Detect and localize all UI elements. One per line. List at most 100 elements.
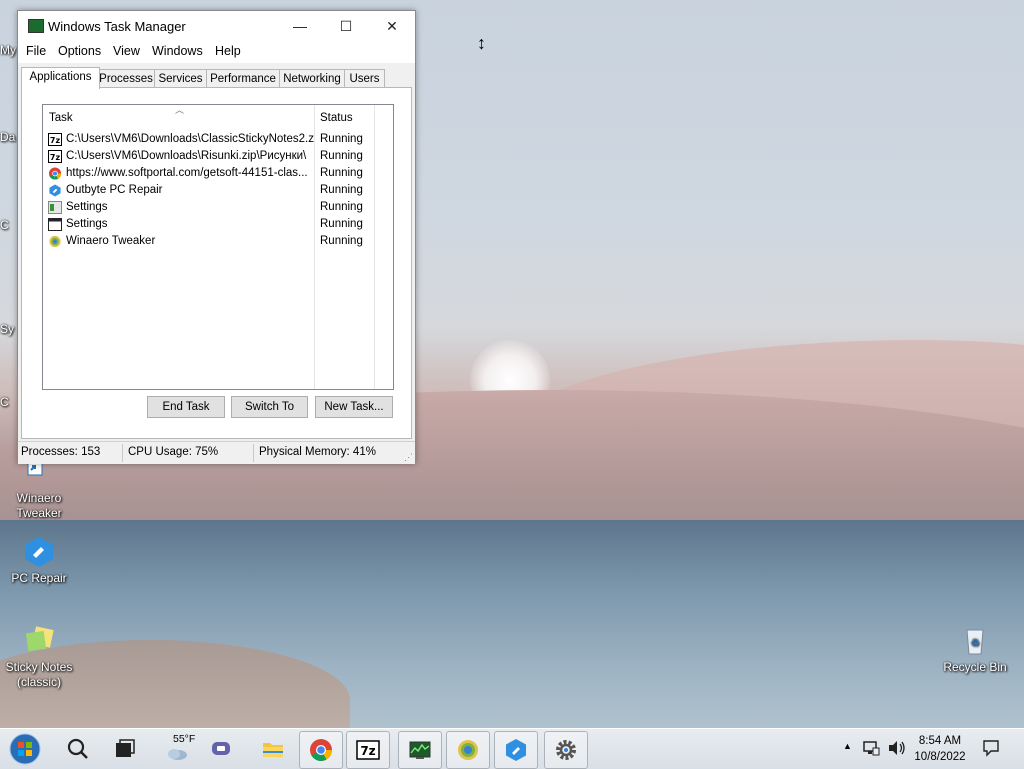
tab-users[interactable]: Users — [344, 69, 385, 88]
taskbar-task-view[interactable] — [104, 731, 146, 767]
resize-grip-icon[interactable]: ⋰ — [404, 452, 413, 463]
column-header-task[interactable]: Task — [49, 112, 73, 124]
icon-label-line2: (classic) — [17, 675, 61, 689]
task-name: Settings — [66, 218, 108, 230]
task-name: Winaero Tweaker — [66, 235, 156, 247]
taskbar-search[interactable] — [57, 731, 99, 767]
taskbar-chrome[interactable] — [299, 731, 343, 769]
desktop-edge-label[interactable]: C — [0, 395, 9, 409]
taskbar-file-explorer[interactable] — [252, 731, 294, 767]
7zip-icon: 7z — [356, 740, 380, 760]
menu-help[interactable]: Help — [215, 44, 241, 58]
resize-cursor-icon: ↕ — [477, 33, 486, 53]
7zip-icon: 7z — [48, 133, 62, 146]
task-manager-window[interactable]: Windows Task Manager — ☐ ✕ File Options … — [17, 10, 416, 464]
end-task-button[interactable]: End Task — [147, 396, 225, 418]
window-title: Windows Task Manager — [48, 19, 186, 34]
task-name: Outbyte PC Repair — [66, 184, 163, 196]
task-row[interactable]: 7z C:\Users\VM6\Downloads\ClassicStickyN… — [48, 131, 388, 148]
outbyte-icon — [506, 739, 526, 761]
task-list[interactable]: ︿ Task Status 7z C:\Users\VM6\Downloads\… — [42, 104, 394, 390]
desktop-edge-label[interactable]: C — [0, 218, 9, 232]
outbyte-icon — [49, 184, 61, 197]
title-bar[interactable]: Windows Task Manager — ☐ ✕ — [18, 11, 415, 41]
tab-processes[interactable]: Processes — [97, 69, 155, 88]
task-manager-icon — [28, 19, 44, 33]
status-bar: Processes: 153 CPU Usage: 75% Physical M… — [18, 441, 415, 464]
close-button[interactable]: ✕ — [369, 11, 415, 41]
taskbar: 55°F 7z ▲ 8:54 AM 10/8/2022 — [0, 728, 1024, 769]
settings-icon — [556, 740, 576, 760]
recycle-bin-icon: ♻ — [958, 624, 992, 658]
task-status: Running — [320, 201, 363, 213]
network-icon[interactable] — [862, 739, 880, 757]
desktop-edge-label[interactable]: Sy — [0, 322, 14, 336]
taskbar-teams[interactable] — [200, 731, 242, 767]
switch-to-button[interactable]: Switch To — [231, 396, 308, 418]
desktop-edge-label[interactable]: My — [0, 43, 16, 57]
7zip-icon: 7z — [48, 150, 62, 163]
task-status: Running — [320, 218, 363, 230]
chrome-icon — [48, 167, 62, 180]
icon-label-line1: PC Repair — [11, 571, 67, 585]
taskbar-7zip[interactable]: 7z — [346, 731, 390, 769]
applications-panel: ︿ Task Status 7z C:\Users\VM6\Downloads\… — [21, 87, 412, 439]
task-row[interactable]: Outbyte PC Repair Running — [48, 182, 388, 199]
minimize-button[interactable]: — — [277, 11, 323, 41]
task-row[interactable]: Settings Running — [48, 216, 388, 233]
desktop-icon-pc-repair[interactable]: PC Repair — [1, 535, 77, 586]
task-status: Running — [320, 167, 363, 179]
svg-text:7z: 7z — [360, 744, 375, 758]
window-icon — [48, 218, 62, 231]
desktop-icon-recycle-bin[interactable]: ♻ Recycle Bin — [937, 624, 1013, 675]
taskbar-clock[interactable]: 8:54 AM 10/8/2022 — [905, 733, 975, 765]
desktop-icon-winaero-tweaker[interactable]: Winaero Tweaker — [1, 455, 77, 521]
menu-file[interactable]: File — [26, 44, 46, 58]
settings-icon — [48, 201, 62, 214]
task-row[interactable]: Settings Running — [48, 199, 388, 216]
tab-strip: Applications Processes Services Performa… — [18, 67, 415, 89]
status-separator — [253, 444, 254, 462]
tab-services[interactable]: Services — [154, 69, 207, 88]
icon-label-line1: Sticky Notes — [5, 660, 73, 674]
start-button[interactable] — [4, 731, 46, 767]
menu-options[interactable]: Options — [58, 44, 101, 58]
chrome-icon — [310, 739, 332, 761]
taskbar-winaero[interactable] — [446, 731, 490, 769]
menu-windows[interactable]: Windows — [152, 44, 203, 58]
task-row[interactable]: https://www.softportal.com/getsoft-44151… — [48, 165, 388, 182]
task-status: Running — [320, 235, 363, 247]
task-status: Running — [320, 150, 363, 162]
teams-icon — [212, 742, 230, 755]
task-row[interactable]: Winaero Tweaker Running — [48, 233, 388, 250]
menu-view[interactable]: View — [113, 44, 140, 58]
tab-applications[interactable]: Applications — [21, 67, 100, 89]
task-row[interactable]: 7z C:\Users\VM6\Downloads\Risunki.zip\Ри… — [48, 148, 388, 165]
desktop-icon-sticky-notes[interactable]: Sticky Notes (classic) — [1, 624, 77, 690]
column-header-status[interactable]: Status — [320, 112, 353, 124]
taskbar-outbyte[interactable] — [494, 731, 538, 769]
tab-performance[interactable]: Performance — [206, 69, 280, 88]
weather-icon — [168, 749, 187, 760]
notifications-icon[interactable] — [982, 739, 1000, 757]
winaero-icon — [458, 740, 478, 760]
taskbar-settings[interactable] — [544, 731, 588, 769]
status-separator — [122, 444, 123, 462]
search-icon — [67, 738, 88, 759]
desktop-edge-label[interactable]: Da — [0, 130, 15, 144]
taskbar-weather[interactable]: 55°F — [156, 731, 198, 767]
tab-networking[interactable]: Networking — [279, 69, 345, 88]
file-explorer-icon — [263, 743, 283, 757]
volume-icon[interactable] — [887, 739, 907, 757]
show-hidden-icons-chevron-icon[interactable]: ▲ — [843, 741, 852, 751]
status-processes: Processes: 153 — [21, 446, 101, 458]
taskbar-task-manager[interactable] — [398, 731, 442, 769]
svg-text:7z: 7z — [50, 136, 61, 145]
maximize-button[interactable]: ☐ — [323, 11, 369, 41]
task-status: Running — [320, 133, 363, 145]
new-task-button[interactable]: New Task... — [315, 396, 393, 418]
task-manager-icon — [409, 741, 431, 759]
task-name: https://www.softportal.com/getsoft-44151… — [66, 167, 308, 179]
start-orb-icon — [9, 733, 41, 765]
sticky-notes-icon — [22, 624, 56, 658]
